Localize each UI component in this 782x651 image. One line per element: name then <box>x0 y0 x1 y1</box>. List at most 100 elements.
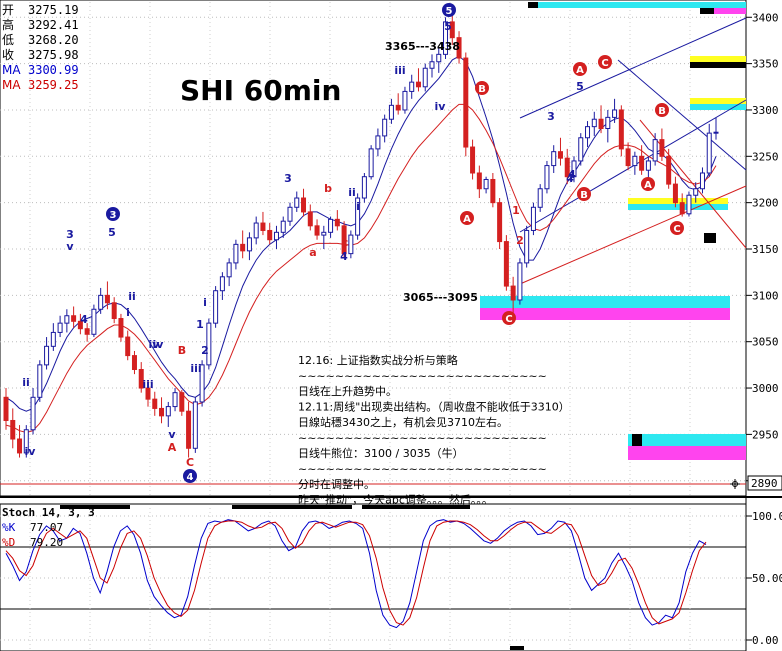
svg-text:3: 3 <box>110 210 117 221</box>
ohlc-label: MA <box>2 78 21 92</box>
note-line: ~~~~~~~~~~~~~~~~~~~~~~~~~~~ <box>298 370 547 383</box>
chart-canvas: 534ACBACBABC3v54iiiiiiivvABC123abc4iiiii… <box>0 0 782 651</box>
current-price-label: 2890 <box>751 477 778 490</box>
chart-title: SHI 60min <box>180 74 341 107</box>
candle <box>361 172 367 203</box>
ohlc-value: 3275.98 <box>28 48 79 62</box>
price-tick-label: 3350 <box>752 58 779 71</box>
candle <box>213 286 219 328</box>
note-line: 日线牛熊位：3100 / 3035（牛） <box>298 446 464 460</box>
wave-label: i <box>203 296 207 309</box>
price-tick-label: 3400 <box>752 11 779 24</box>
ohlc-label: MA <box>2 63 21 77</box>
svg-text:B: B <box>658 106 666 117</box>
svg-text:B: B <box>478 84 486 95</box>
candle <box>517 258 523 305</box>
note-line: ~~~~~~~~~~~~~~~~~~~~~~~~~~~ <box>298 432 547 445</box>
chart-window: 5 3 4 A C B A C B A B C 3 v 5 4 i ii iii iv v A B C 1 2 3 a b c 4 i ii ii… <box>0 0 782 651</box>
candle <box>618 105 624 157</box>
candle <box>192 397 198 453</box>
wave-label: ii <box>22 376 30 389</box>
svg-text:A: A <box>644 180 652 191</box>
stoch-marker <box>510 646 524 650</box>
wave-label: i <box>126 306 130 319</box>
price-tick-label: 3250 <box>752 150 779 163</box>
wave-label: 1 <box>512 204 520 217</box>
wave-circle: A <box>573 62 587 76</box>
price-tick-label: 3000 <box>752 382 779 395</box>
wave-label: iv <box>153 338 165 351</box>
stoch-d-label: %D <box>2 536 15 549</box>
ohlc-value: 3259.25 <box>28 78 79 92</box>
candle <box>91 304 97 338</box>
zone-band <box>690 56 746 62</box>
wave-label: 2 <box>201 344 209 357</box>
wave-label: 5 <box>108 226 116 239</box>
svg-text:C: C <box>601 58 608 69</box>
svg-text:4: 4 <box>187 472 194 483</box>
wave-circle: C <box>670 221 684 235</box>
candle <box>537 184 543 212</box>
price-tick-label: 3100 <box>752 289 779 302</box>
ohlc-value: 3292.41 <box>28 18 79 32</box>
candle <box>578 133 584 166</box>
wave-label: C <box>186 456 194 469</box>
zone-band <box>628 198 728 204</box>
zone-band <box>690 98 746 104</box>
wave-label: iv <box>25 445 37 458</box>
stoch-d-value: 79.20 <box>30 536 63 549</box>
note-line: 日线在上升趋势中。 <box>298 384 397 398</box>
wave-label: A <box>168 441 177 454</box>
zone-band <box>690 62 746 68</box>
wave-label: c <box>342 236 349 249</box>
wave-label: v <box>66 240 74 253</box>
zone-band <box>628 204 728 210</box>
wave-circle: B <box>577 187 591 201</box>
zone-band <box>480 308 730 320</box>
zone-band <box>628 434 746 446</box>
wave-label: 5 <box>576 80 584 93</box>
wave-label: ii <box>348 186 356 199</box>
note-line: 分时在调整中。 <box>298 477 375 491</box>
price-tick-label: 3200 <box>752 197 779 210</box>
stoch-tick-label: 100.0 <box>752 510 782 523</box>
svg-text:C: C <box>673 224 680 235</box>
ohlc-label: 低 <box>2 33 14 47</box>
stoch-title: Stoch 14, 3, 3 <box>2 506 95 519</box>
svg-text:A: A <box>463 214 471 225</box>
candle <box>686 191 692 217</box>
range-top-label: 3365---3438 <box>385 40 460 53</box>
wave-label: 4 <box>340 250 348 263</box>
wave-label: B <box>178 344 186 357</box>
svg-text:C: C <box>505 314 512 325</box>
ohlc-value: 3300.99 <box>28 63 79 77</box>
candle <box>544 160 550 194</box>
wave-label: v <box>168 428 176 441</box>
range-bottom-label: 3065---3095 <box>403 291 478 304</box>
stoch-tick-label: 0.00 <box>752 634 779 647</box>
candle <box>524 225 530 268</box>
ohlc-value: 3268.20 <box>28 33 79 47</box>
note-line: 12.16: 上证指数实战分析与策略 <box>298 353 458 367</box>
candle <box>422 63 428 92</box>
wave-label: iv <box>435 100 447 113</box>
wave-label: 4 <box>80 313 88 326</box>
svg-text:A: A <box>576 65 584 76</box>
wave-label: a <box>309 246 316 259</box>
stoch-k-value: 77.07 <box>30 521 63 534</box>
wave-label: 5 <box>444 20 452 33</box>
price-tick-label: 3300 <box>752 104 779 117</box>
wave-label: i <box>356 200 360 213</box>
svg-text:5: 5 <box>446 6 453 17</box>
wave-label: 4 <box>568 168 576 181</box>
zone-marker <box>704 233 716 243</box>
wave-label: 3 <box>284 172 292 185</box>
wave-label: iii <box>394 64 405 77</box>
note-line: 12.11:周线"出现卖出结构。（周收盘不能收低于3310） <box>298 400 570 414</box>
svg-text:B: B <box>580 190 588 201</box>
note-line: 日線站穩3430之上，有机会见3710左右。 <box>298 415 508 429</box>
ohlc-label: 收 <box>2 48 14 62</box>
candle <box>348 230 354 259</box>
wave-circle: 4 <box>183 469 197 483</box>
candle <box>503 235 509 291</box>
